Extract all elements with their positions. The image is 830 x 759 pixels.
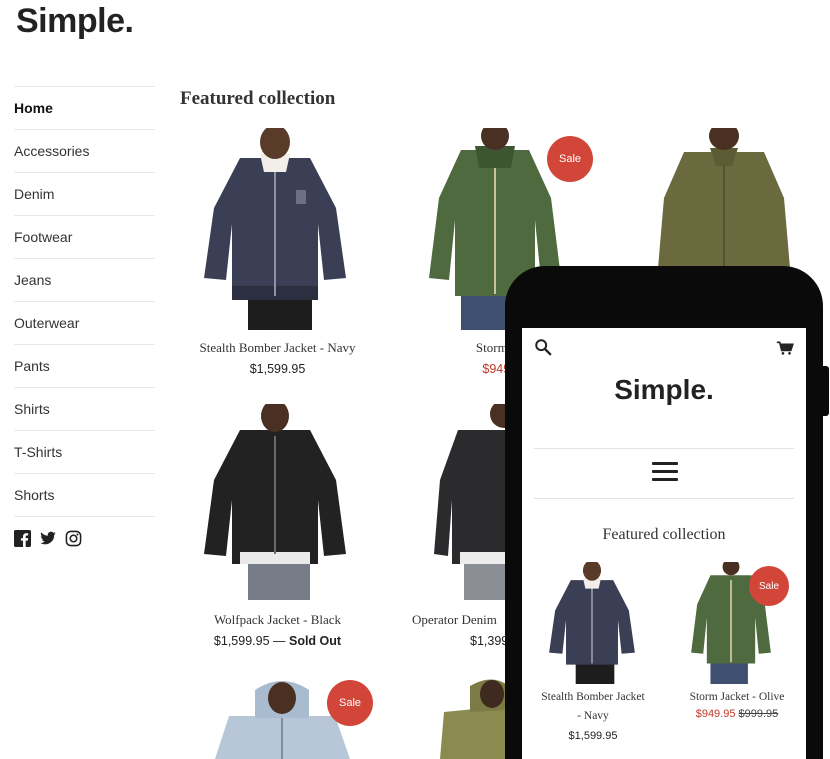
product-name[interactable]: Stealth Bomber Jacket - Navy (190, 340, 365, 356)
product-price: $1,599.95 — Sold Out (190, 634, 365, 648)
sale-badge: Sale (327, 680, 373, 726)
product-price: $1,399 (470, 634, 509, 648)
sidebar-item-jeans[interactable]: Jeans (14, 258, 155, 301)
twitter-icon[interactable] (39, 530, 57, 547)
mobile-featured-title: Featured collection (602, 526, 726, 543)
mobile-product-image-navy-jacket[interactable] (546, 562, 638, 684)
price-separator: — (269, 634, 289, 648)
product-image-denim-hoodie[interactable] (215, 676, 350, 759)
phone-side-button (823, 366, 829, 416)
sold-out-label: Sold Out (288, 634, 342, 648)
mobile-sale-price: $949.95 (695, 708, 736, 720)
sidebar-item-denim[interactable]: Denim (14, 172, 155, 215)
mobile-compare-price: $999.95 (738, 708, 779, 720)
sidebar-divider (14, 516, 155, 517)
product-card-denim-hoodie[interactable]: Sale (215, 676, 385, 759)
sale-badge: Sale (547, 136, 593, 182)
product-card-wolfpack-jacket[interactable]: Wolfpack Jacket - Black $1,599.95 — Sold… (190, 404, 365, 656)
product-image-navy-jacket[interactable] (200, 128, 350, 330)
mobile-screen: Simple. Featured collection Stealth Bomb… (522, 328, 806, 759)
mobile-product-price: $949.95 $999.95 (670, 708, 804, 720)
mobile-divider (534, 498, 794, 499)
mobile-product-price: $1,599.95 (568, 730, 618, 742)
sidebar-item-outerwear[interactable]: Outerwear (14, 301, 155, 344)
product-card-olive-parka[interactable] (440, 676, 506, 759)
social-links (14, 530, 82, 547)
sidebar-item-shorts[interactable]: Shorts (14, 473, 155, 516)
sidebar-item-footwear[interactable]: Footwear (14, 215, 155, 258)
mobile-device-mockup: Simple. Featured collection Stealth Bomb… (505, 266, 829, 759)
store-logo[interactable]: Simple. (16, 2, 134, 41)
cart-icon[interactable] (776, 340, 794, 361)
featured-collection-title: Featured collection (180, 88, 336, 109)
sidebar-item-home[interactable]: Home (14, 86, 155, 129)
product-image-olive-parka[interactable] (440, 676, 506, 759)
sidebar-item-pants[interactable]: Pants (14, 344, 155, 387)
product-card-olive-shirt[interactable] (648, 128, 808, 268)
sidebar-item-shirts[interactable]: Shirts (14, 387, 155, 430)
product-image-black-jacket[interactable] (200, 404, 350, 600)
mobile-sale-badge: Sale (749, 566, 789, 606)
hamburger-menu-icon[interactable] (652, 462, 678, 486)
search-icon[interactable] (534, 338, 552, 361)
mobile-product-name[interactable]: Stealth Bomber Jacket - Navy (528, 688, 658, 726)
sidebar-item-tshirts[interactable]: T-Shirts (14, 430, 155, 473)
mobile-divider (534, 448, 794, 449)
mobile-product-name-line: - Navy (577, 710, 609, 722)
product-card-stealth-bomber[interactable]: Stealth Bomber Jacket - Navy $1,599.95 (190, 128, 365, 378)
product-name[interactable]: Wolfpack Jacket - Black (190, 612, 365, 628)
sidebar-nav: Home Accessories Denim Footwear Jeans Ou… (14, 86, 155, 517)
instagram-icon[interactable] (65, 530, 82, 547)
product-price-value: $1,599.95 (213, 634, 270, 648)
product-image-olive-shirt[interactable] (654, 128, 794, 268)
sidebar-item-accessories[interactable]: Accessories (14, 129, 155, 172)
mobile-product-name[interactable]: Storm Jacket - Olive (670, 688, 804, 707)
mobile-store-logo[interactable]: Simple. (522, 374, 806, 406)
product-price: $1,599.95 (249, 362, 306, 376)
facebook-icon[interactable] (14, 530, 31, 547)
mobile-product-name-line: Stealth Bomber Jacket (541, 691, 645, 703)
